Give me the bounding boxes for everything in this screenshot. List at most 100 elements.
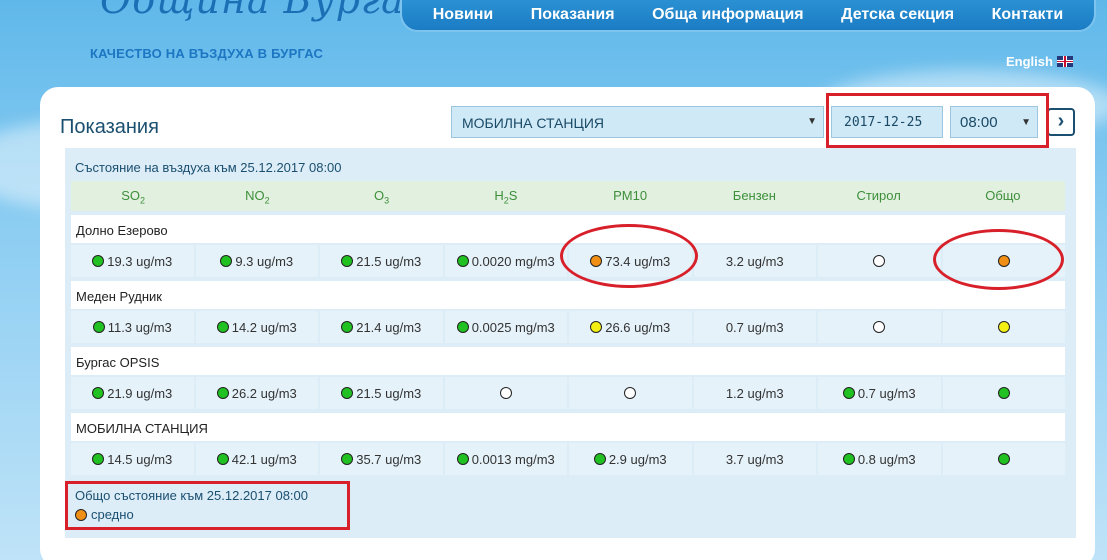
cell-value: 21.5 ug/m3	[356, 385, 422, 401]
status-dot-icon	[873, 321, 886, 333]
uk-flag-icon[interactable]	[1056, 56, 1073, 67]
status-dot-icon	[499, 387, 512, 399]
status-dot-icon	[842, 453, 855, 465]
status-dot-icon	[92, 387, 105, 399]
status-dot-icon	[593, 453, 606, 465]
cell-pm10: 2.9 ug/m3	[569, 443, 692, 475]
cell-o3: 21.4 ug/m3	[320, 311, 443, 343]
status-dot-icon	[624, 387, 637, 399]
main-navigation: Новини Показания Обща информация Детска …	[400, 0, 1096, 32]
cell-value: 26.6 ug/m3	[605, 319, 671, 335]
cell-benzene: 3.2 ug/m3	[693, 245, 816, 277]
cell-so2: 14.5 ug/m3	[71, 443, 194, 475]
status-dot-icon	[92, 255, 105, 267]
cell-value: 0.8 ug/m3	[857, 451, 916, 467]
table-row: 14.5 ug/m3 42.1 ug/m3 35.7 ug/m3 0.0013 mg/…	[71, 443, 1065, 475]
status-dot-icon	[456, 255, 469, 267]
column-header-o3: O3	[374, 188, 390, 206]
page-title: Показания	[60, 116, 159, 138]
cell-value: 3.7 ug/m3	[725, 451, 784, 467]
cell-so2: 11.3 ug/m3	[71, 311, 194, 343]
cell-o3: 21.5 ug/m3	[320, 377, 443, 409]
column-header-no2: NO2	[245, 188, 270, 206]
cell-value: 1.2 ug/m3	[725, 385, 784, 401]
cell-value: 35.7 ug/m3	[356, 451, 422, 467]
cell-value: 11.3 ug/m3	[107, 319, 172, 335]
cell-so2: 19.3 ug/m3	[71, 245, 194, 277]
station-name-row: Бургас OPSIS	[71, 347, 1065, 375]
cell-h2s	[444, 377, 567, 409]
status-dot-icon	[216, 387, 229, 399]
cell-value: 21.9 ug/m3	[107, 385, 173, 401]
cell-o3: 21.5 ug/m3	[320, 245, 443, 277]
language-switch[interactable]: English	[1006, 54, 1073, 69]
cell-value: 0.0020 mg/m3	[471, 253, 555, 269]
column-header-so2: SO2	[121, 188, 146, 206]
station-name-row: Меден Рудник	[71, 281, 1065, 309]
nav-item-general-info[interactable]: Обща информация	[652, 6, 804, 24]
cell-benzene: 3.7 ug/m3	[693, 443, 816, 475]
nav-item-kids-section[interactable]: Детска секция	[841, 6, 954, 24]
status-dot-icon	[997, 387, 1010, 399]
status-dot-icon	[341, 387, 354, 399]
cell-no2: 14.2 ug/m3	[195, 311, 318, 343]
column-header-pm10: PM10	[613, 188, 648, 203]
cell-value: 26.2 ug/m3	[231, 385, 297, 401]
chevron-down-icon: ▼	[807, 116, 817, 127]
cell-value: 14.2 ug/m3	[231, 319, 297, 335]
cell-styrene: 0.8 ug/m3	[818, 443, 941, 475]
status-dot-icon	[997, 453, 1010, 465]
cell-value: 14.5 ug/m3	[107, 451, 173, 467]
cell-h2s: 0.0020 mg/m3	[444, 245, 567, 277]
air-status-title: Състояние на въздуха към 25.12.2017 08:0…	[75, 160, 342, 175]
status-dot-icon	[997, 321, 1010, 333]
cell-value: 19.3 ug/m3	[107, 253, 173, 269]
status-dot-icon	[456, 453, 469, 465]
column-header-styrene: Стирол	[856, 188, 901, 203]
status-dot-icon	[92, 321, 105, 333]
submit-arrow-button[interactable]: ›	[1047, 108, 1075, 136]
status-dot-icon	[92, 453, 105, 465]
cell-pm10: 26.6 ug/m3	[569, 311, 692, 343]
cell-value: 0.0013 mg/m3	[471, 451, 555, 467]
cell-styrene	[818, 311, 941, 343]
status-dot-icon	[341, 321, 354, 333]
table-header-row: SO2 NO2 O3 H2S PM10 Бензен Стирол Общо	[71, 181, 1065, 211]
station-select[interactable]: МОБИЛНА СТАНЦИЯ ▼	[451, 106, 824, 138]
cell-styrene	[818, 245, 941, 277]
highlight-box-datetime	[826, 93, 1049, 148]
logo-title[interactable]: Община Бургас	[100, 0, 427, 22]
column-header-h2s: H2S	[494, 188, 518, 206]
status-dot-icon	[220, 255, 233, 267]
highlight-box-overall	[65, 481, 350, 530]
table-row: 21.9 ug/m3 26.2 ug/m3 21.5 ug/m3 1.2 ug/m3 0…	[71, 377, 1065, 409]
nav-item-readings[interactable]: Показания	[531, 6, 615, 24]
station-name-row: Долно Езерово	[71, 215, 1065, 243]
cell-overall	[942, 311, 1065, 343]
table-row: 11.3 ug/m3 14.2 ug/m3 21.4 ug/m3 0.0025 mg/…	[71, 311, 1065, 343]
station-select-value: МОБИЛНА СТАНЦИЯ	[462, 115, 605, 131]
cell-o3: 35.7 ug/m3	[320, 443, 443, 475]
nav-item-news[interactable]: Новини	[433, 6, 494, 24]
logo-subtitle: КАЧЕСТВО НА ВЪЗДУХА В БУРГАС	[90, 46, 324, 61]
status-dot-icon	[341, 453, 354, 465]
highlight-ring-overall	[933, 229, 1064, 290]
cell-styrene: 0.7 ug/m3	[818, 377, 941, 409]
status-dot-icon	[341, 255, 354, 267]
station-name-row: МОБИЛНА СТАНЦИЯ	[71, 413, 1065, 441]
cell-value: 2.9 ug/m3	[608, 451, 667, 467]
status-dot-icon	[456, 321, 469, 333]
status-dot-icon	[590, 321, 603, 333]
cell-no2: 26.2 ug/m3	[195, 377, 318, 409]
column-header-benzene: Бензен	[732, 188, 776, 203]
cell-benzene: 1.2 ug/m3	[693, 377, 816, 409]
cell-value: 0.7 ug/m3	[857, 385, 916, 401]
column-header-overall: Общо	[985, 188, 1021, 203]
cell-benzene: 0.7 ug/m3	[693, 311, 816, 343]
cell-h2s: 0.0025 mg/m3	[444, 311, 567, 343]
language-label[interactable]: English	[1006, 54, 1053, 69]
cell-h2s: 0.0013 mg/m3	[444, 443, 567, 475]
nav-item-contacts[interactable]: Контакти	[992, 6, 1064, 24]
cell-value: 21.5 ug/m3	[356, 253, 422, 269]
cell-no2: 42.1 ug/m3	[195, 443, 318, 475]
